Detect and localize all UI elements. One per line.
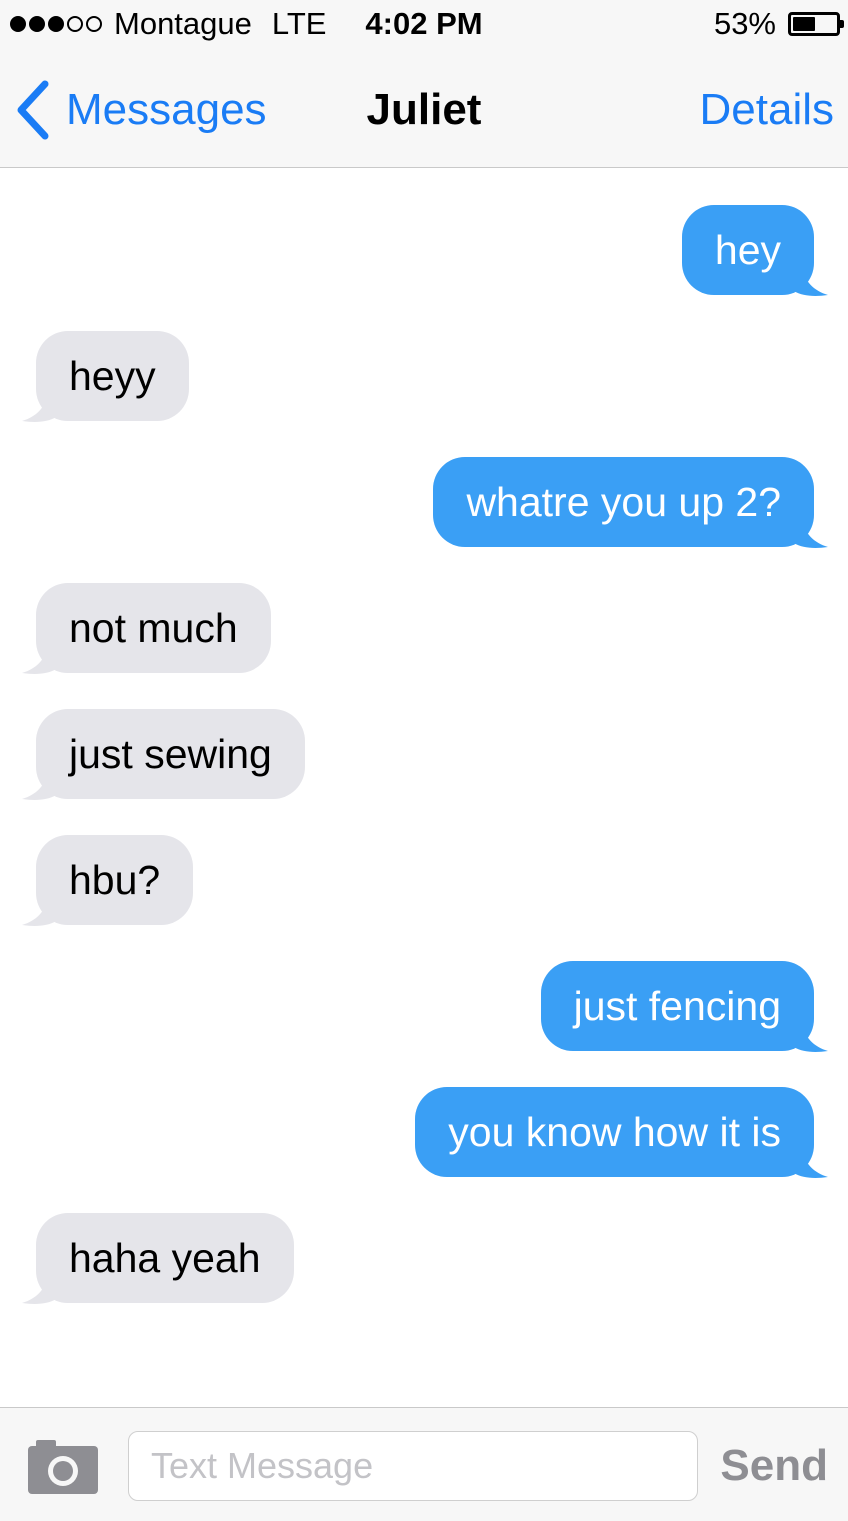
status-right: 53%	[713, 4, 844, 44]
bubble-tail	[22, 771, 56, 800]
message-text: you know how it is	[448, 1109, 781, 1155]
input-bar: Send	[0, 1407, 848, 1521]
message-input[interactable]	[128, 1431, 698, 1501]
message-text: just sewing	[69, 731, 272, 777]
message-text: not much	[69, 605, 238, 651]
messages-app: Montague LTE 4:02 PM 53% Messages Juliet…	[0, 0, 848, 1521]
status-time: 4:02 PM	[365, 6, 483, 41]
back-button-label: Messages	[66, 85, 267, 134]
battery-percentage: 53%	[713, 6, 776, 41]
received-message[interactable]: haha yeah	[22, 1213, 294, 1304]
bubble-tail	[22, 1275, 56, 1304]
sent-message[interactable]: whatre you up 2?	[433, 457, 828, 548]
message-bubble: hey	[681, 205, 828, 296]
bubble-tail	[794, 519, 828, 548]
message-thread[interactable]: hey heyy whatre you up 2? not much just sewi…	[0, 169, 848, 1407]
message-text: hbu?	[69, 857, 161, 903]
received-message[interactable]: just sewing	[22, 709, 305, 800]
bubble-tail	[794, 1149, 828, 1178]
message-bubble: just sewing	[22, 709, 305, 800]
send-button[interactable]: Send	[720, 1431, 828, 1501]
message-bubble: haha yeah	[22, 1213, 294, 1304]
battery-level	[793, 17, 815, 31]
bubble-tail	[22, 645, 56, 674]
message-text: just fencing	[573, 983, 781, 1029]
message-bubble: just fencing	[540, 961, 828, 1052]
message-text: whatre you up 2?	[466, 479, 781, 525]
bubble-tail	[22, 897, 56, 926]
details-button[interactable]: Details	[700, 78, 835, 142]
received-message[interactable]: heyy	[22, 331, 189, 422]
message-bubble: not much	[22, 583, 271, 674]
message-bubble: heyy	[22, 331, 189, 422]
message-text: haha yeah	[69, 1235, 261, 1281]
battery-nub	[840, 20, 844, 28]
sent-message[interactable]: hey	[681, 205, 828, 296]
sent-message[interactable]: you know how it is	[415, 1087, 828, 1178]
back-button[interactable]: Messages	[14, 78, 267, 142]
received-message[interactable]: not much	[22, 583, 271, 674]
chevron-left-icon	[17, 80, 49, 140]
message-text: heyy	[69, 353, 156, 399]
message-bubble: whatre you up 2?	[433, 457, 828, 548]
header: Montague LTE 4:02 PM 53% Messages Juliet…	[0, 0, 848, 168]
message-bubble: you know how it is	[415, 1087, 828, 1178]
battery-icon	[788, 12, 844, 36]
received-message[interactable]: hbu?	[22, 835, 194, 926]
bubble-tail	[794, 267, 828, 296]
message-bubble: hbu?	[22, 835, 194, 926]
bubble-tail	[22, 393, 56, 422]
sent-message[interactable]: just fencing	[540, 961, 828, 1052]
camera-icon[interactable]	[28, 1438, 98, 1494]
message-text: hey	[714, 227, 781, 273]
contact-name: Juliet	[366, 85, 482, 134]
bubble-tail	[794, 1023, 828, 1052]
